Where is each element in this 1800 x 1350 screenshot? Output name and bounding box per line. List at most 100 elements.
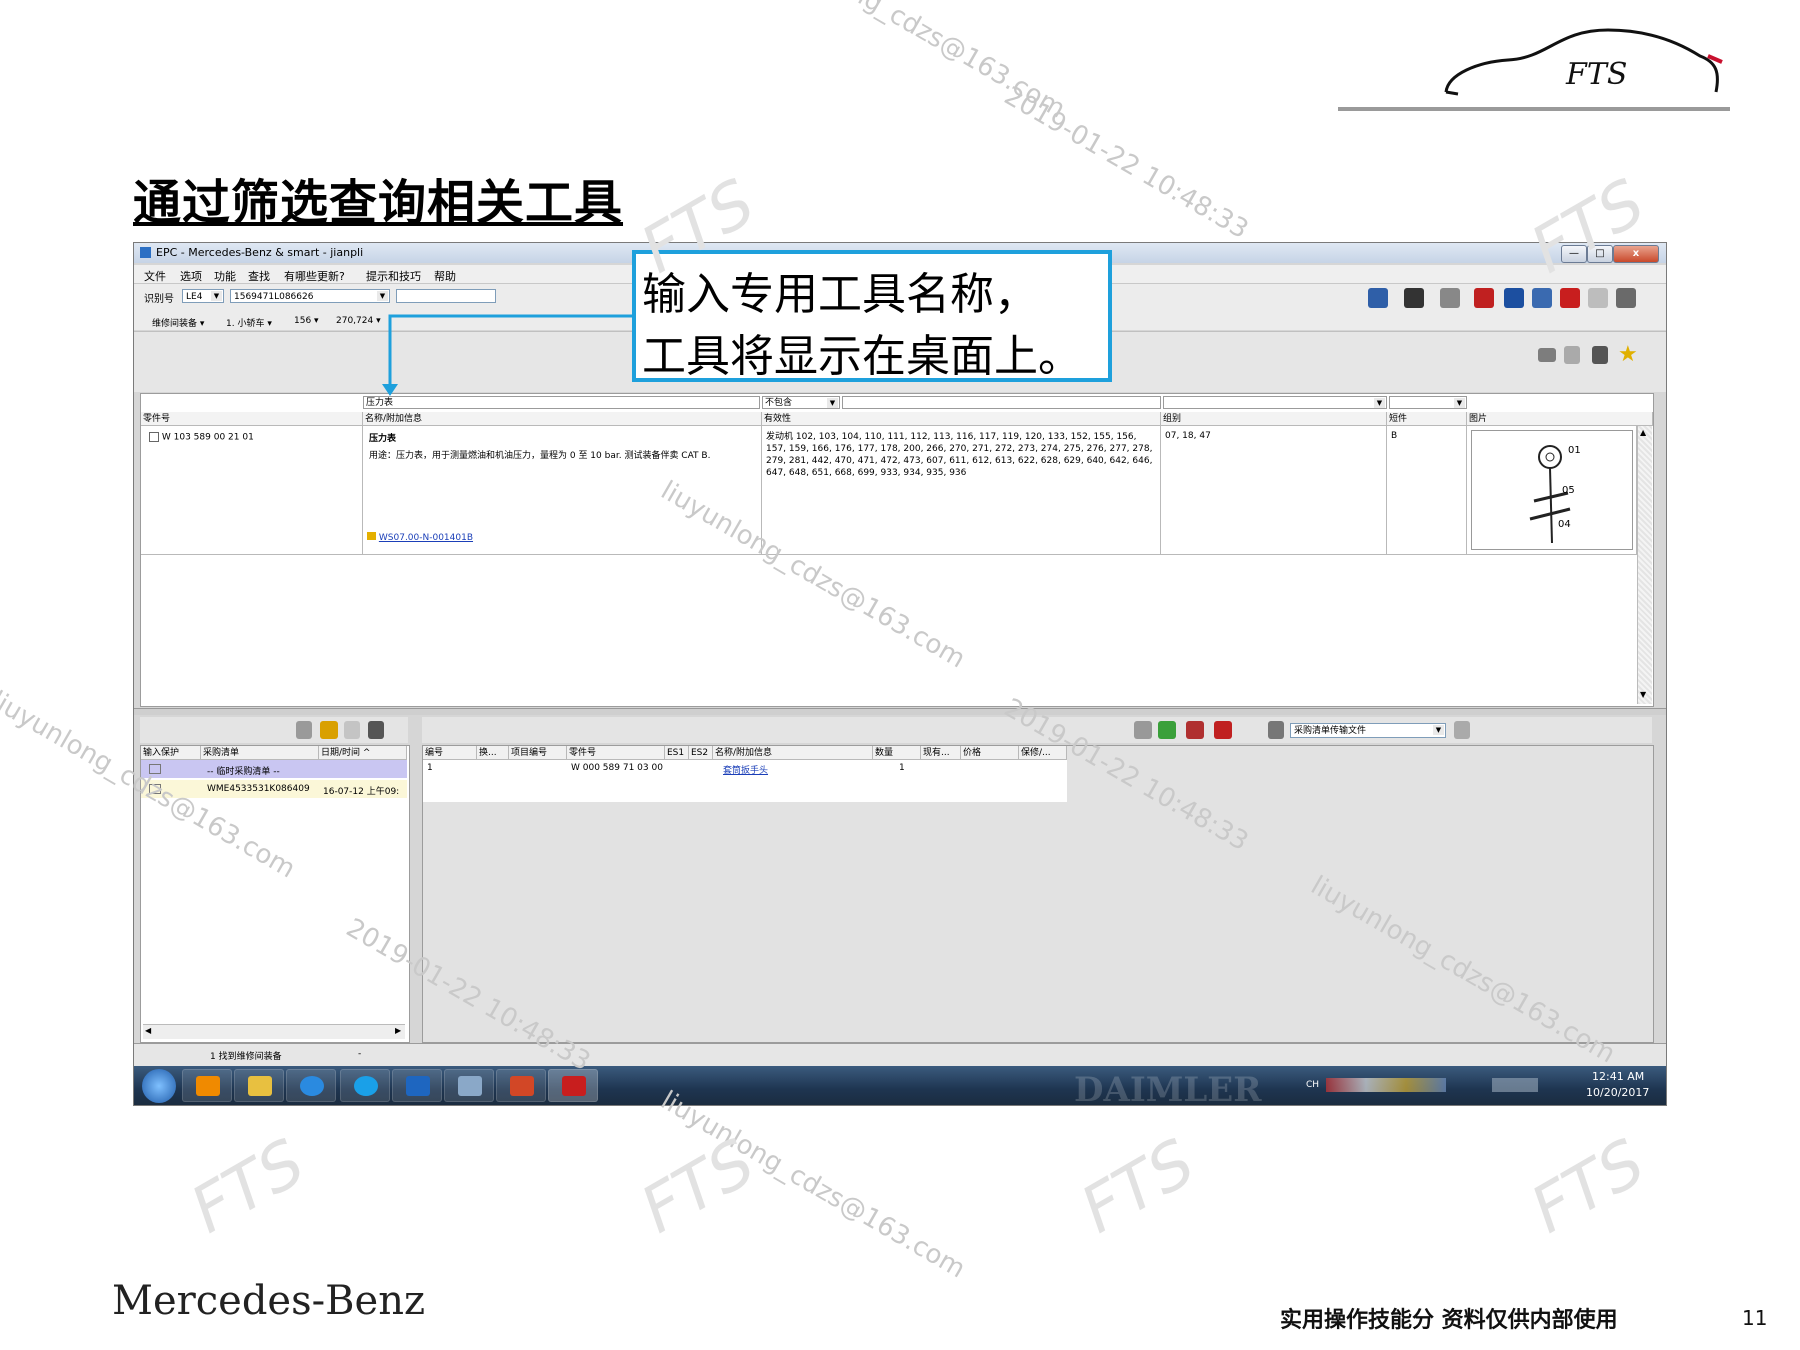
envelope-icon bbox=[149, 764, 161, 774]
vehicle-icon[interactable] bbox=[1368, 288, 1388, 308]
taskbar-outlook[interactable] bbox=[392, 1069, 442, 1102]
language-indicator[interactable]: CH bbox=[1306, 1080, 1319, 1090]
group-filter-select[interactable]: ▼ bbox=[1163, 396, 1387, 409]
system-tray-icons[interactable] bbox=[1492, 1078, 1538, 1092]
remove-item-icon[interactable] bbox=[1186, 721, 1204, 739]
purchase-list-toolbar bbox=[140, 717, 408, 743]
scroll-left-icon[interactable]: ◀ bbox=[145, 1026, 151, 1035]
col-header-price[interactable]: 价格 bbox=[961, 746, 1019, 760]
col-header-datetime[interactable]: 日期/时间 ^ bbox=[319, 746, 407, 760]
col-header-group[interactable]: 组别 bbox=[1161, 412, 1387, 426]
add-item-icon[interactable] bbox=[1158, 721, 1176, 739]
col-header-qty[interactable]: 数量 bbox=[873, 746, 921, 760]
new-list-icon[interactable] bbox=[296, 721, 312, 739]
arrow-right-icon[interactable] bbox=[1538, 348, 1556, 362]
col-header-replace[interactable]: 换... bbox=[477, 746, 509, 760]
col-header-name[interactable]: 名称/附加信息 bbox=[363, 412, 762, 426]
book-icon[interactable] bbox=[1532, 288, 1552, 308]
menu-tips[interactable]: 提示和技巧 bbox=[366, 268, 421, 284]
nav-model[interactable]: 156 ▾ bbox=[294, 316, 319, 326]
col-header-stock[interactable]: 现有... bbox=[921, 746, 961, 760]
info-icon[interactable] bbox=[1504, 288, 1524, 308]
nav-engine[interactable]: 270,724 ▾ bbox=[336, 316, 381, 326]
car-lift-icon[interactable] bbox=[1560, 288, 1580, 308]
list-item[interactable]: WME4533531K086409 16-07-12 上午09: bbox=[141, 780, 407, 798]
nav-workshop[interactable]: 维修间装备 ▾ bbox=[152, 316, 204, 329]
wrench-icon[interactable] bbox=[1134, 721, 1152, 739]
taskbar-explorer[interactable] bbox=[234, 1069, 284, 1102]
menu-file[interactable]: 文件 bbox=[144, 268, 166, 284]
fullscreen-icon[interactable] bbox=[1404, 288, 1424, 308]
tray-icons[interactable] bbox=[1326, 1078, 1446, 1092]
col-header-es1[interactable]: ES1 bbox=[665, 746, 689, 760]
col-header-validity[interactable]: 有效性 bbox=[762, 412, 1161, 426]
vertical-scrollbar[interactable]: ▲ ▼ bbox=[1637, 426, 1652, 704]
type-select[interactable]: LE4 ▼ bbox=[182, 289, 224, 303]
scroll-down-icon[interactable]: ▼ bbox=[1640, 690, 1646, 699]
col-header-number[interactable]: 编号 bbox=[423, 746, 477, 760]
col-header-input-protect[interactable]: 输入保护 bbox=[141, 746, 201, 760]
copy-list-icon[interactable] bbox=[344, 721, 360, 739]
copy-icon[interactable] bbox=[1564, 346, 1580, 364]
scroll-up-icon[interactable]: ▲ bbox=[1640, 428, 1646, 437]
eraser-icon[interactable] bbox=[1474, 288, 1494, 308]
table-row[interactable]: W 103 589 00 21 01 压力表 用途：压力表，用于测量燃油和机油压… bbox=[141, 426, 1637, 555]
taskbar-skype[interactable] bbox=[340, 1069, 390, 1102]
taskbar-media-player[interactable] bbox=[182, 1069, 232, 1102]
print-icon[interactable] bbox=[1440, 288, 1460, 308]
taskbar-powerpoint[interactable] bbox=[496, 1069, 546, 1102]
col-header-item-no[interactable]: 项目编号 bbox=[509, 746, 567, 760]
list-item[interactable]: -- 临时采购清单 -- bbox=[141, 760, 407, 778]
start-button[interactable] bbox=[142, 1069, 176, 1103]
menu-search[interactable]: 查找 bbox=[248, 268, 270, 284]
menu-options[interactable]: 选项 bbox=[180, 268, 202, 284]
horizontal-scrollbar[interactable]: ◀ ▶ bbox=[143, 1024, 405, 1039]
splitter-bar[interactable] bbox=[134, 708, 1666, 715]
minimize-button[interactable]: — bbox=[1561, 245, 1587, 263]
open-folder-icon[interactable] bbox=[320, 721, 338, 739]
transfer-file-select[interactable]: 采购清单传输文件 ▼ bbox=[1290, 723, 1446, 738]
clock-date[interactable]: 10/20/2017 bbox=[1586, 1086, 1649, 1099]
status-text: 1 找到维修间装备 bbox=[210, 1052, 282, 1062]
row-checkbox[interactable] bbox=[149, 432, 159, 442]
clock-time[interactable]: 12:41 AM bbox=[1592, 1070, 1644, 1083]
nav-passenger-car[interactable]: 1. 小轿车 ▾ bbox=[226, 316, 272, 329]
col-header-es2[interactable]: ES2 bbox=[689, 746, 713, 760]
menu-functions[interactable]: 功能 bbox=[214, 268, 236, 284]
export-icon[interactable] bbox=[1454, 721, 1470, 739]
taskbar-network[interactable] bbox=[444, 1069, 494, 1102]
vin-input[interactable]: 1569471L086626 ▼ bbox=[230, 289, 390, 303]
watermark-logo: FTS bbox=[1069, 1125, 1208, 1249]
status-dash: - bbox=[358, 1049, 362, 1059]
taskbar-epc[interactable] bbox=[548, 1069, 598, 1102]
validity-filter-input[interactable] bbox=[842, 396, 1161, 409]
transfer-icon[interactable] bbox=[1268, 721, 1284, 739]
col-header-short[interactable]: 短件 bbox=[1387, 412, 1467, 426]
col-header-name[interactable]: 名称/附加信息 bbox=[713, 746, 873, 760]
menu-whats-new[interactable]: 有哪些更新? bbox=[284, 268, 345, 284]
tool-image[interactable]: 01 05 04 bbox=[1471, 430, 1633, 550]
validity-filter-select[interactable]: 不包含 ▼ bbox=[762, 396, 840, 409]
save-list-icon[interactable] bbox=[368, 721, 384, 739]
short-filter-select[interactable]: ▼ bbox=[1389, 396, 1467, 409]
eraser-icon[interactable] bbox=[1214, 721, 1232, 739]
col-header-purchase-list[interactable]: 采购清单 bbox=[201, 746, 319, 760]
settings-icon[interactable] bbox=[1616, 288, 1636, 308]
name-cell: 压力表 用途：压力表，用于测量燃油和机油压力，量程为 0 至 10 bar. 测… bbox=[363, 426, 762, 554]
col-header-image[interactable]: 图片 bbox=[1467, 412, 1653, 426]
taskbar-ie[interactable] bbox=[286, 1069, 336, 1102]
col-header-part-no[interactable]: 零件号 bbox=[141, 412, 363, 426]
close-button[interactable]: x bbox=[1613, 245, 1659, 263]
scroll-right-icon[interactable]: ▶ bbox=[395, 1026, 401, 1035]
wis-link[interactable]: WS07.00-N-001401B bbox=[367, 532, 473, 543]
menu-help[interactable]: 帮助 bbox=[434, 268, 456, 284]
mail-icon[interactable] bbox=[1588, 288, 1608, 308]
part-number: W 103 589 00 21 01 bbox=[161, 432, 254, 443]
col-header-warranty[interactable]: 保修/... bbox=[1019, 746, 1067, 760]
col-header-part-no[interactable]: 零件号 bbox=[567, 746, 665, 760]
star-icon[interactable]: ★ bbox=[1618, 342, 1638, 367]
status-bar: 1 找到维修间装备 - bbox=[134, 1043, 1666, 1066]
maximize-button[interactable]: □ bbox=[1587, 245, 1613, 263]
save-icon[interactable] bbox=[1592, 346, 1608, 364]
table-row[interactable]: 1 W 000 589 71 03 00 套筒扳手头 1 bbox=[423, 760, 1067, 776]
